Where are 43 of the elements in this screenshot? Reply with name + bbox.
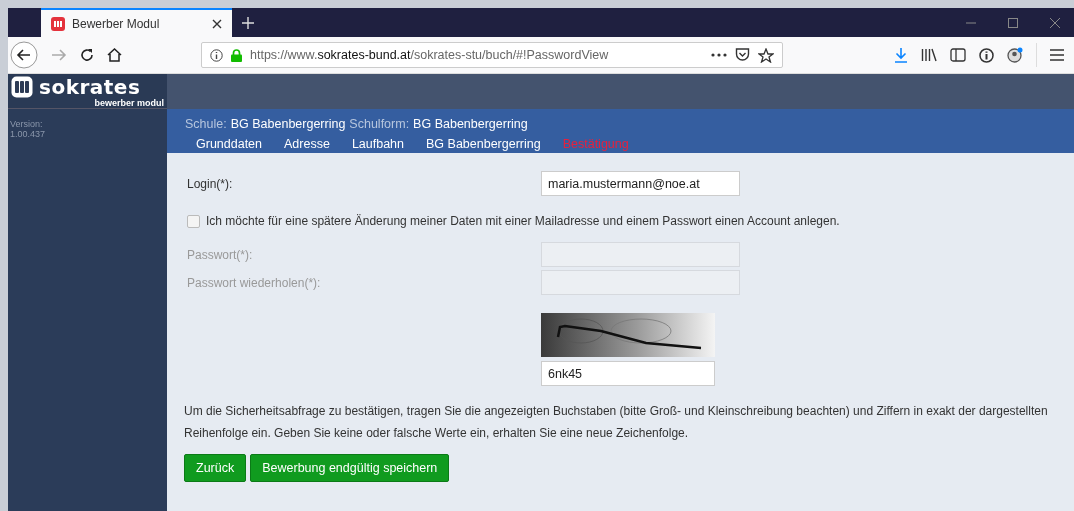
- account-checkbox[interactable]: [187, 214, 200, 228]
- school-type: BG Babenbergerring: [413, 117, 528, 131]
- back-icon[interactable]: [10, 41, 38, 69]
- new-tab-icon[interactable]: [242, 16, 254, 29]
- logo-subtitle: bewerber modul: [94, 98, 164, 108]
- form-button[interactable]: Zurück: [184, 454, 247, 482]
- address-bar[interactable]: https://www.sokrates-bund.at/sokrates-stu/buch/#!PasswordView: [201, 42, 783, 68]
- school-name: BG Babenbergerring: [230, 117, 346, 131]
- school-type-label: Schulform:: [349, 117, 410, 131]
- login-field[interactable]: maria.mustermann@noe.at: [541, 171, 740, 196]
- logo-text: sokrates: [39, 77, 141, 97]
- browser-tab[interactable]: Bewerber Modul: [41, 8, 232, 37]
- close-icon[interactable]: [212, 18, 222, 29]
- captcha-instructions: Um die Sicherheitsabfrage zu bestätigen, tragen Sie die angezeigten Buchstaben (bitte Groß- und Kleinschreibung beachten) und Ziffern in exakt der dargestellten Reihenfolge ein. Geben Sie keine oder falsche Werte ein, erhalten Sie eine neue Zeichenfolge.: [184, 403, 1049, 442]
- school-label: Schule:: [185, 117, 227, 131]
- nav-tab[interactable]: Adresse: [284, 137, 330, 151]
- checkbox-label: Ich möchte für eine spätere Änderung meiner Daten mit einer Mailadresse und einem Passwort einen Account anlegen.: [206, 214, 840, 228]
- version-number: 1.00.437: [10, 129, 47, 139]
- library-icon[interactable]: [921, 48, 937, 62]
- version-label: Version:: [10, 119, 44, 129]
- account-icon[interactable]: [1007, 47, 1023, 63]
- url-text: https://www.sokrates-bund.at/sokrates-stu/buch/#!PasswordView: [250, 48, 609, 62]
- star-icon[interactable]: [758, 47, 774, 63]
- nav-tab[interactable]: Laufbahn: [351, 137, 405, 151]
- password-label: Passwort(*):: [187, 247, 254, 262]
- menu-icon[interactable]: [1050, 49, 1064, 61]
- info-icon: [210, 48, 223, 62]
- form-button[interactable]: Bewerbung endgültig speichern: [250, 454, 450, 482]
- reload-icon[interactable]: [80, 48, 94, 62]
- password-label: Passwort wiederholen(*):: [187, 275, 322, 290]
- info-icon[interactable]: [979, 47, 994, 63]
- nav-tab[interactable]: BG Babenbergerring: [426, 137, 541, 151]
- lock-icon: [231, 48, 242, 62]
- login-label: Login(*):: [187, 176, 234, 191]
- home-icon[interactable]: [107, 48, 122, 62]
- nav-tab[interactable]: Grunddaten: [196, 137, 263, 151]
- download-icon[interactable]: [894, 47, 908, 63]
- captcha-field[interactable]: 6nk45: [541, 361, 715, 386]
- pocket-icon[interactable]: [735, 48, 750, 62]
- app-icon: [51, 16, 65, 31]
- maximize-icon[interactable]: [1008, 17, 1018, 28]
- sidebar-icon[interactable]: [950, 48, 966, 62]
- more-icon[interactable]: [711, 53, 727, 57]
